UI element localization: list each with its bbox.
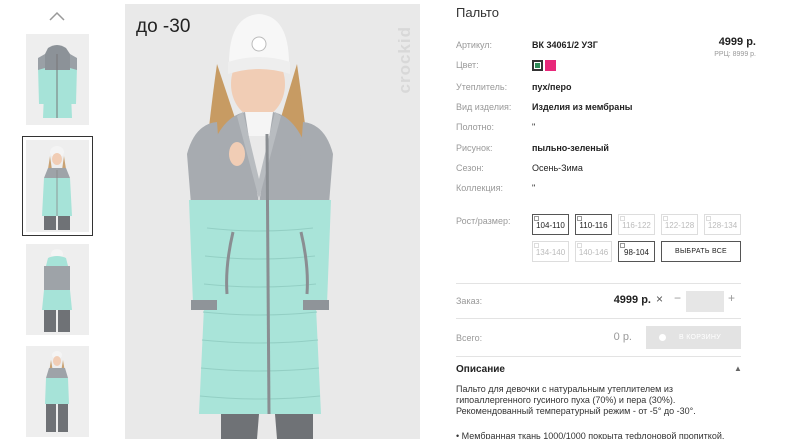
- size-checkbox: [706, 216, 711, 221]
- thumbnail-gallery: [20, 0, 95, 439]
- recommended-price: РРЦ: 8999 р.: [714, 51, 756, 58]
- product-price: 4999 р.: [718, 36, 756, 48]
- field-value: ": [532, 122, 536, 132]
- field-label: Цвет:: [456, 60, 479, 70]
- size-checkbox: [577, 243, 582, 248]
- divider: [456, 356, 741, 357]
- size-text: 104-110: [536, 221, 565, 230]
- size-checkbox: [534, 243, 539, 248]
- remove-icon[interactable]: ×: [656, 292, 663, 306]
- field-value: пыльно-зеленый: [532, 143, 609, 153]
- field-value: пух/перо: [532, 82, 572, 92]
- divider: [456, 318, 741, 319]
- order-label: Заказ:: [456, 296, 483, 306]
- field-value: ": [532, 183, 536, 193]
- select-all-button[interactable]: ВЫБРАТЬ ВСЕ: [661, 241, 741, 262]
- field-value: Осень-Зима: [532, 163, 583, 173]
- size-text: 122-128: [664, 221, 695, 230]
- color-swatch-pink[interactable]: [545, 60, 556, 71]
- field-label: Вид изделия:: [456, 102, 512, 112]
- thumbnail-model-back[interactable]: [26, 244, 89, 335]
- product-info-panel: Пальто 4999 р. РРЦ: 8999 р. Артикул: ВК …: [456, 0, 800, 439]
- size-label: Рост/размер:: [456, 216, 511, 226]
- size-option: 128-134: [704, 214, 741, 235]
- cart-icon: [659, 334, 666, 341]
- size-text: 116-122: [622, 221, 651, 230]
- total-label: Всего:: [456, 333, 483, 343]
- thumbnail-model-full[interactable]: [26, 346, 89, 437]
- collapse-icon[interactable]: ▲: [734, 364, 742, 373]
- size-checkbox: [577, 216, 582, 221]
- product-photo: до -30 crockid: [125, 4, 420, 439]
- product-title: Пальто: [456, 5, 499, 20]
- description-heading[interactable]: Описание: [456, 364, 505, 375]
- color-swatch-green[interactable]: [532, 60, 543, 71]
- quantity-decrease-button[interactable]: −: [674, 291, 681, 305]
- size-checkbox: [620, 216, 625, 221]
- quantity-input[interactable]: [686, 291, 724, 312]
- size-option: 122-128: [661, 214, 698, 235]
- size-option[interactable]: 104-110: [532, 214, 569, 235]
- chevron-up-icon[interactable]: [48, 10, 66, 22]
- size-text: 128-134: [707, 221, 738, 230]
- add-to-cart-button[interactable]: В КОРЗИНУ: [646, 326, 741, 349]
- field-label: Артикул:: [456, 40, 493, 50]
- thumbnail-model-front[interactable]: [22, 136, 93, 236]
- description-bullet: • Мембранная ткань 1000/1000 покрыта теф…: [456, 431, 725, 439]
- temperature-badge: до -30: [136, 16, 191, 37]
- field-label: Сезон:: [456, 163, 484, 173]
- field-label: Полотно:: [456, 122, 495, 132]
- add-to-cart-label: В КОРЗИНУ: [679, 334, 722, 341]
- size-checkbox: [620, 243, 625, 248]
- field-label: Утеплитель:: [456, 82, 508, 92]
- quantity-increase-button[interactable]: +: [728, 291, 735, 305]
- size-option: 140-146: [575, 241, 612, 262]
- field-value: Изделия из мембраны: [532, 102, 633, 112]
- field-label: Рисунок:: [456, 143, 493, 153]
- brand-logo: crockid: [395, 26, 414, 94]
- size-checkbox: [534, 216, 539, 221]
- field-value: ВК 34061/2 УЗГ: [532, 40, 598, 50]
- size-option[interactable]: 98-104: [618, 241, 655, 262]
- size-text: 98-104: [624, 248, 649, 257]
- field-label: Коллекция:: [456, 183, 504, 193]
- size-text: 110-116: [579, 221, 608, 230]
- size-option[interactable]: 110-116: [575, 214, 612, 235]
- total-value: 0 р.: [613, 331, 632, 343]
- size-checkbox: [663, 216, 668, 221]
- order-price: 4999 р.: [613, 294, 651, 306]
- size-option: 116-122: [618, 214, 655, 235]
- thumbnail-coat-front[interactable]: [26, 34, 89, 125]
- description-text: Пальто для девочки с натуральным утеплит…: [456, 384, 696, 416]
- size-text: 134-140: [535, 248, 566, 257]
- size-text: 140-146: [578, 248, 609, 257]
- divider: [456, 283, 741, 284]
- product-photo-image: [125, 4, 420, 439]
- size-option: 134-140: [532, 241, 569, 262]
